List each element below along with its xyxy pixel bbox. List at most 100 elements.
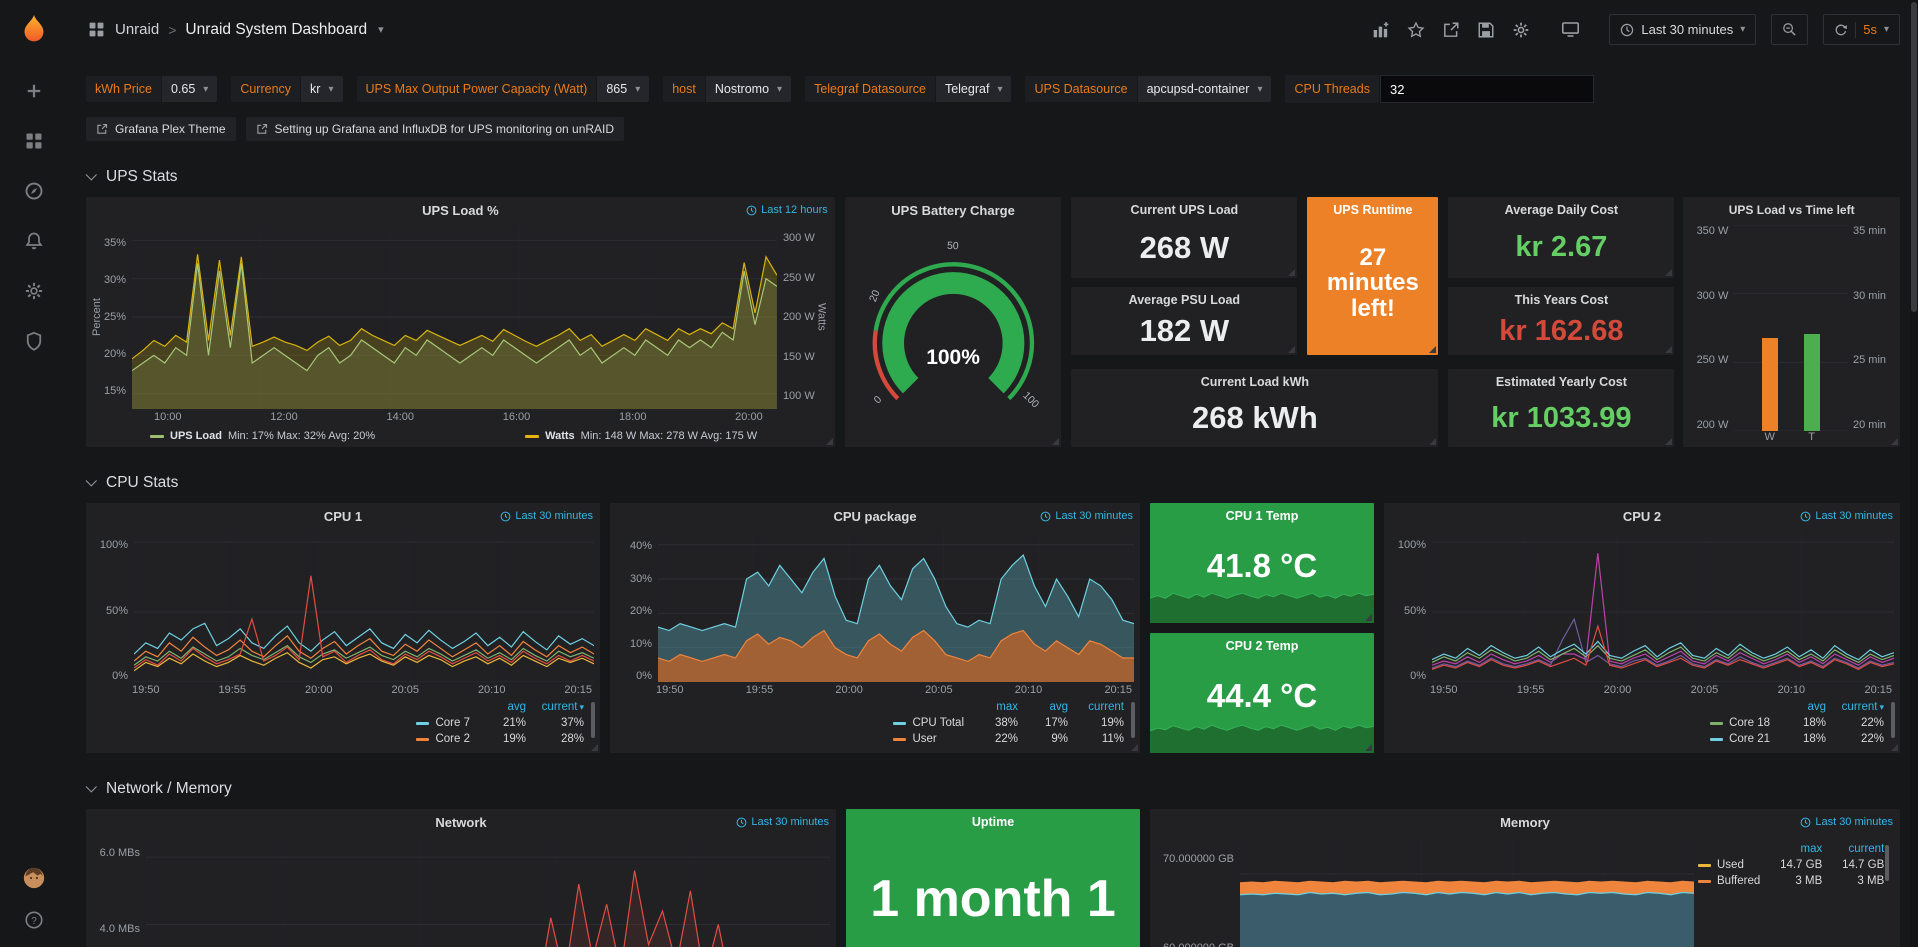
series-swatch	[1710, 722, 1723, 725]
legend-col-current[interactable]: current	[1822, 843, 1884, 855]
legend-series-toggle[interactable]: Core 2	[416, 733, 470, 745]
panel-title[interactable]: Memory	[1500, 815, 1550, 830]
legend-series-toggle[interactable]: Used	[1698, 859, 1760, 871]
template-var-cpu-threads: CPU Threads	[1285, 75, 1594, 103]
cycle-view-monitor-icon[interactable]	[1560, 20, 1580, 40]
panel-title[interactable]: UPS Battery Charge	[891, 203, 1015, 218]
var-value-dropdown[interactable]: kr▾	[301, 76, 342, 102]
link-grafana-plex-theme[interactable]: Grafana Plex Theme	[86, 117, 236, 141]
refresh-button[interactable]: 5s ▾	[1823, 14, 1900, 45]
page-scrollbar-thumb[interactable]	[1911, 2, 1917, 312]
panel-title[interactable]: CPU 1	[324, 509, 362, 524]
var-value-dropdown[interactable]: 0.65▾	[162, 76, 217, 102]
dashboards-icon[interactable]	[23, 130, 45, 152]
plot-area[interactable]	[1432, 531, 1894, 682]
help-icon[interactable]: ?	[23, 909, 45, 931]
row-header-cpu-stats[interactable]: CPU Stats	[88, 473, 1900, 493]
legend-item-watts[interactable]: Watts Min: 148 W Max: 278 W Avg: 175 W	[525, 430, 757, 442]
panel-title[interactable]: Average Daily Cost	[1448, 203, 1674, 217]
x-axis-ticks: 19:5019:5520:0020:0520:1020:15	[132, 682, 592, 698]
panel-title[interactable]: Uptime	[846, 815, 1140, 829]
panel-title[interactable]: CPU 2 Temp	[1150, 639, 1374, 653]
chevron-down-icon	[86, 169, 97, 180]
legend-scrollbar[interactable]	[1131, 702, 1135, 738]
link-ups-monitoring-guide[interactable]: Setting up Grafana and InfluxDB for UPS …	[246, 117, 625, 141]
dashboard-grid-icon[interactable]	[86, 20, 106, 40]
panel-title[interactable]: UPS Runtime	[1307, 203, 1438, 217]
time-picker-button[interactable]: Last 30 minutes ▾	[1609, 14, 1756, 45]
chevron-down-icon: ▾	[203, 84, 208, 95]
var-value-dropdown[interactable]: Telegraf▾	[936, 76, 1012, 102]
legend-scrollbar[interactable]	[1891, 702, 1895, 738]
legend-col-max[interactable]: max	[1760, 843, 1822, 855]
configuration-gear-icon[interactable]	[23, 280, 45, 302]
panel-cpu2-temp: CPU 2 Temp 44.4 °C	[1150, 633, 1374, 753]
save-icon[interactable]	[1476, 20, 1496, 40]
plot-area[interactable]	[658, 531, 1134, 682]
panel-title[interactable]: Average PSU Load	[1071, 293, 1297, 307]
legend-col-max[interactable]: max	[964, 701, 1018, 713]
zoom-out-button[interactable]	[1771, 14, 1808, 45]
explore-compass-icon[interactable]	[23, 180, 45, 202]
legend-scrollbar[interactable]	[1885, 845, 1889, 881]
legend-col-avg[interactable]: avg	[470, 701, 526, 713]
create-plus-icon[interactable]	[23, 80, 45, 102]
stat-value: kr 162.68	[1448, 307, 1674, 355]
cpu-threads-input[interactable]	[1380, 75, 1594, 103]
legend-col-avg[interactable]: avg	[1018, 701, 1068, 713]
legend-series-toggle[interactable]: CPU Total	[893, 717, 964, 729]
user-avatar[interactable]	[23, 867, 45, 889]
star-icon[interactable]	[1406, 20, 1426, 40]
panel-title[interactable]: Current UPS Load	[1071, 203, 1297, 217]
panel-title[interactable]: UPS Load %	[422, 203, 499, 218]
panel-memory: Memory Last 30 minutes 70.000000 GB60.00…	[1150, 809, 1900, 947]
breadcrumb-folder[interactable]: Unraid	[115, 21, 159, 38]
bar-watts[interactable]	[1762, 338, 1778, 431]
series-swatch	[1698, 880, 1711, 883]
legend-col-current[interactable]: current▾	[1826, 701, 1884, 713]
add-panel-icon[interactable]	[1371, 20, 1391, 40]
share-icon[interactable]	[1441, 20, 1461, 40]
panel-title[interactable]: Estimated Yearly Cost	[1448, 375, 1674, 389]
legend-col-avg[interactable]: avg	[1770, 701, 1826, 713]
legend-scrollbar[interactable]	[591, 702, 595, 738]
var-value-dropdown[interactable]: 865▾	[597, 76, 649, 102]
var-label: UPS Max Output Power Capacity (Watt)	[357, 76, 597, 102]
panel-title[interactable]: CPU package	[833, 509, 916, 524]
plot-area[interactable]	[146, 837, 830, 947]
dashboard-title[interactable]: Unraid System Dashboard	[185, 21, 367, 39]
panel-title[interactable]: This Years Cost	[1448, 293, 1674, 307]
dashboard-settings-gear-icon[interactable]	[1511, 20, 1531, 40]
panel-title[interactable]: CPU 2	[1623, 509, 1661, 524]
legend-item-ups-load[interactable]: UPS Load Min: 17% Max: 32% Avg: 20%	[150, 430, 375, 442]
time-range-label: Last 30 minutes	[1641, 22, 1733, 37]
var-value-dropdown[interactable]: apcupsd-container▾	[1138, 76, 1272, 102]
bar-plot-area[interactable]	[1733, 225, 1848, 431]
legend-series-toggle[interactable]: Core 18	[1710, 717, 1770, 729]
panel-time-badge: Last 30 minutes	[1040, 510, 1133, 522]
panel-average-daily-cost: Average Daily Cost kr 2.67	[1448, 197, 1674, 278]
row-header-network-memory[interactable]: Network / Memory	[88, 779, 1900, 799]
row-header-ups-stats[interactable]: UPS Stats	[88, 167, 1900, 187]
panel-title[interactable]: CPU 1 Temp	[1150, 509, 1374, 523]
plot-area[interactable]	[132, 225, 777, 409]
panel-title[interactable]: Current Load kWh	[1071, 375, 1438, 389]
legend-series-toggle[interactable]: User	[893, 733, 964, 745]
template-variables-row: kWh Price 0.65▾ Currency kr▾ UPS Max Out…	[86, 75, 1900, 103]
chevron-down-icon[interactable]: ▾	[378, 23, 384, 36]
server-admin-shield-icon[interactable]	[23, 330, 45, 352]
alerting-bell-icon[interactable]	[23, 230, 45, 252]
legend-series-toggle[interactable]: Core 21	[1710, 733, 1770, 745]
panel-title[interactable]: UPS Load vs Time left	[1729, 203, 1855, 217]
plot-area[interactable]	[134, 531, 594, 682]
panel-title[interactable]: Network	[435, 815, 486, 830]
legend-series-toggle[interactable]: Core 7	[416, 717, 470, 729]
grafana-logo[interactable]	[14, 10, 54, 50]
legend-series-toggle[interactable]: Buffered	[1698, 875, 1760, 887]
legend-col-current[interactable]: current▾	[526, 701, 584, 713]
bar-time-left[interactable]	[1804, 334, 1820, 431]
plot-area[interactable]	[1240, 837, 1694, 947]
var-value-dropdown[interactable]: Nostromo▾	[706, 76, 791, 102]
clock-icon	[1800, 817, 1811, 828]
legend-col-current[interactable]: current	[1068, 701, 1124, 713]
